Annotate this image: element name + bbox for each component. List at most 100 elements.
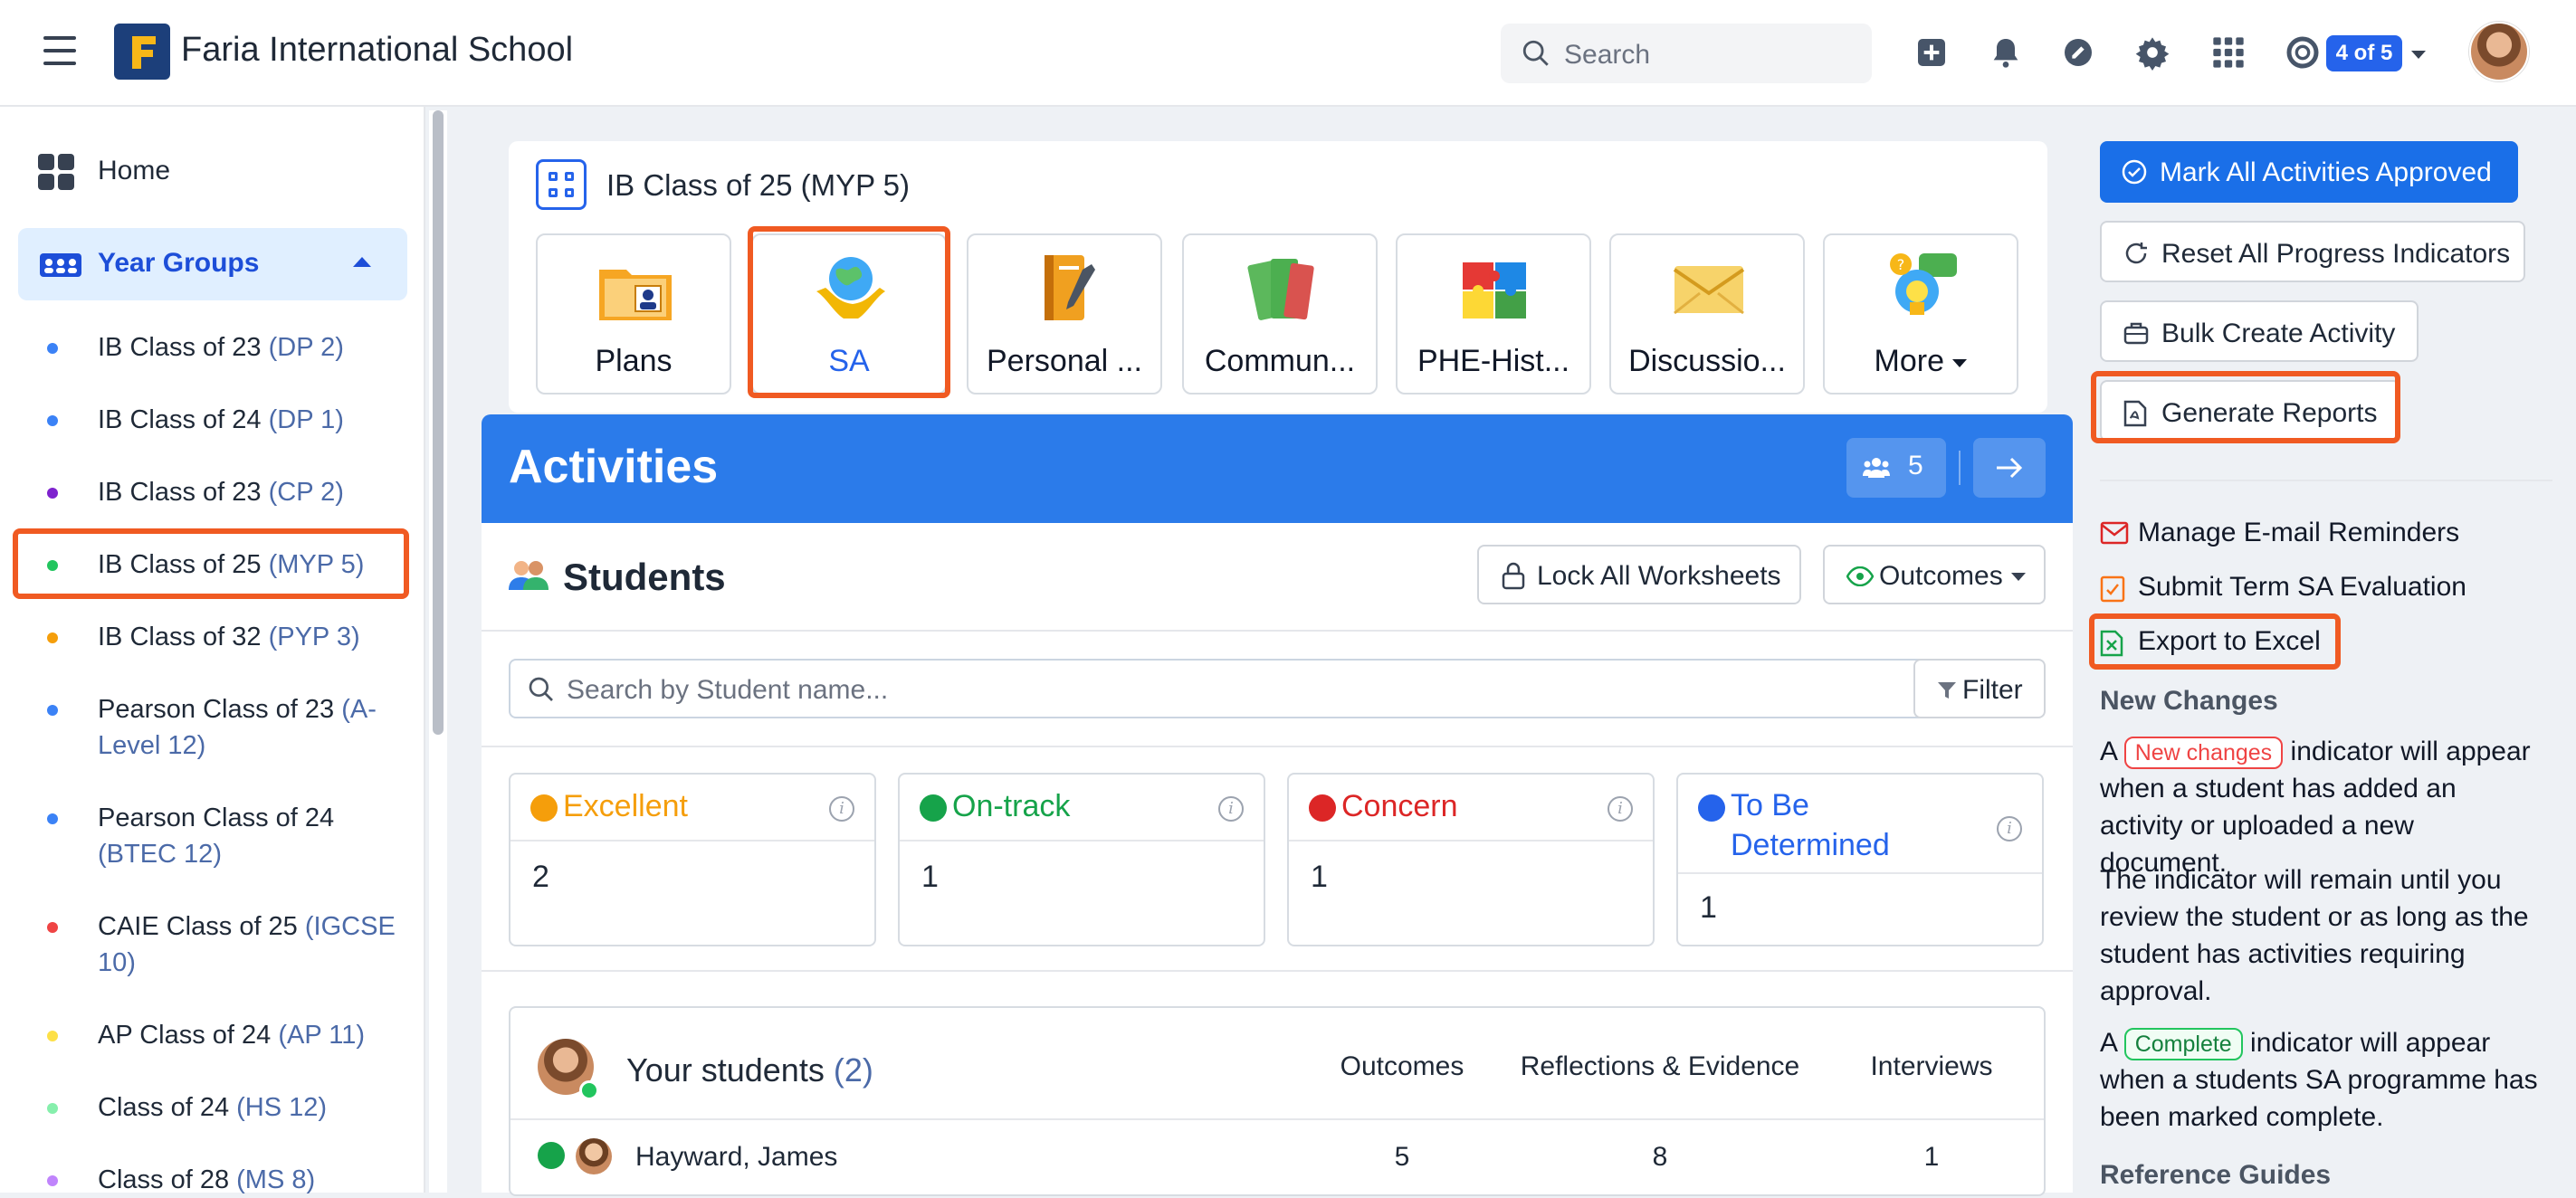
indicator-info-paragraph: The indicator will remain until you revi… [2100, 865, 2529, 1006]
users-icon [1863, 458, 1890, 478]
lock-icon [1502, 562, 1525, 590]
gear-icon[interactable] [2134, 34, 2171, 71]
svg-text:?: ? [1897, 256, 1905, 273]
plans-icon [599, 270, 672, 320]
briefcase-icon [2123, 322, 2149, 345]
support-icon[interactable] [2285, 34, 2321, 71]
stat-concern[interactable]: Concern i 1 [1287, 773, 1655, 946]
divider [482, 746, 2073, 747]
students-icon [509, 561, 549, 590]
year-groups-label: Year Groups [98, 248, 260, 278]
stat-value: 1 [1311, 860, 1328, 894]
chevron-down-icon [1952, 358, 1968, 367]
lock-all-worksheets-button[interactable]: Lock All Worksheets [1477, 545, 1801, 604]
tile-label: Commun... [1204, 344, 1356, 378]
info-icon[interactable]: i [829, 796, 854, 822]
search-icon [529, 677, 553, 701]
student-avatar [576, 1138, 612, 1174]
menu-icon[interactable] [43, 36, 76, 67]
column-header[interactable]: Interviews [1832, 1051, 2031, 1082]
info-icon[interactable]: i [1218, 796, 1244, 822]
divider [2100, 480, 2552, 481]
info-icon[interactable]: i [1608, 796, 1633, 822]
table-row[interactable]: Hayward, James 5 8 1 [510, 1118, 2044, 1194]
members-button[interactable]: 5 [1846, 438, 1946, 498]
account-switch-badge[interactable]: 4 of 5 [2326, 35, 2402, 71]
outcomes-dropdown[interactable]: Outcomes [1823, 545, 2046, 604]
tile-personal[interactable]: Personal ... [967, 233, 1162, 395]
info-icon[interactable]: i [1997, 816, 2022, 841]
check-circle-icon [2122, 159, 2147, 185]
arrow-right-icon [1997, 457, 2023, 479]
reflections-value: 8 [1652, 1142, 1668, 1172]
outcomes-label: Outcomes [1879, 561, 2003, 591]
mark-approved-label: Mark All Activities Approved [2160, 157, 2492, 187]
email-icon [2100, 521, 2129, 545]
student-name[interactable]: Hayward, James [635, 1142, 837, 1173]
submit-term-label: Submit Term SA Evaluation [2138, 572, 2466, 602]
tile-label: More [1825, 344, 2017, 379]
divider [482, 630, 2073, 632]
activities-panel: Students Lock All Worksheets Outcomes Se… [482, 523, 2073, 1196]
mark-all-approved-button[interactable]: Mark All Activities Approved [2100, 141, 2518, 203]
divider [1959, 451, 1961, 485]
stat-label: Excellent [563, 789, 688, 823]
envelope-icon [1673, 266, 1745, 315]
online-status-icon [579, 1080, 599, 1100]
student-search-input[interactable]: Search by Student name... [509, 659, 1930, 718]
tile-community[interactable]: Commun... [1182, 233, 1378, 395]
user-avatar[interactable] [2469, 22, 2529, 81]
trophy-icon [530, 794, 558, 822]
filter-icon [1938, 682, 1956, 699]
scrollbar-thumb[interactable] [433, 110, 444, 735]
school-logo[interactable] [114, 24, 170, 80]
reset-icon [2125, 242, 2147, 264]
stat-excellent[interactable]: Excellent i 2 [509, 773, 876, 946]
stat-label: To Be Determined [1731, 788, 1890, 862]
highlight-box [13, 528, 409, 599]
divider [482, 970, 2073, 972]
reset-progress-button[interactable]: Reset All Progress Indicators [2100, 221, 2525, 282]
complete-info-paragraph: A Complete indicator will appear when a … [2100, 1028, 2538, 1132]
tile-phe-history[interactable]: PHE-Hist... [1396, 233, 1591, 395]
flag-icon [1309, 794, 1336, 822]
tile-more[interactable]: ? More [1823, 233, 2018, 395]
chevron-up-icon[interactable] [353, 257, 371, 267]
stat-on-track[interactable]: On-track i 1 [898, 773, 1265, 946]
tile-discussion[interactable]: Discussio... [1609, 233, 1805, 395]
tile-label: Plans [595, 344, 673, 378]
class-card: IB Class of 25 (MYP 5) Plans SA Personal… [509, 141, 2047, 413]
notebook-icon [1045, 255, 1095, 320]
tile-plans[interactable]: Plans [536, 233, 731, 395]
flag-icon [920, 794, 947, 822]
stat-to-be-determined[interactable]: To Be Determined i 1 [1676, 773, 2044, 946]
filter-button[interactable]: Filter [1913, 659, 2046, 718]
your-students-title: Your students (2) [626, 1051, 873, 1089]
sidebar-item-year-groups[interactable]: Year Groups [18, 228, 407, 300]
class-grid-icon [536, 159, 587, 210]
chevron-down-icon [2011, 573, 2026, 581]
search-icon [1522, 40, 1549, 66]
bell-icon[interactable] [1988, 34, 2024, 71]
messages-icon[interactable] [2060, 34, 2096, 71]
top-bar: Faria International School Search 4 of 5 [0, 0, 2576, 107]
global-search[interactable]: Search [1501, 24, 1872, 83]
column-header[interactable]: Outcomes [1307, 1051, 1497, 1082]
column-header[interactable]: Reflections & Evidence [1506, 1051, 1814, 1082]
go-forward-button[interactable] [1973, 438, 2046, 498]
class-title: IB Class of 25 (MYP 5) [606, 168, 911, 202]
tile-label: Personal ... [987, 344, 1142, 378]
apps-grid-icon[interactable] [2210, 34, 2247, 71]
outcomes-value: 5 [1394, 1142, 1410, 1172]
new-changes-badge: New changes [2123, 737, 2284, 769]
sidebar-scrollbar[interactable] [429, 110, 447, 1193]
stat-value: 1 [921, 860, 939, 894]
bulk-create-button[interactable]: Bulk Create Activity [2100, 300, 2419, 362]
refresh-icon [1698, 794, 1725, 822]
year-groups-icon [40, 253, 81, 277]
add-icon[interactable] [1913, 34, 1950, 71]
chevron-down-icon[interactable] [2411, 51, 2426, 59]
school-name[interactable]: Faria International School [181, 31, 573, 70]
your-students-table: Your students (2) Outcomes Reflections &… [509, 1006, 2046, 1196]
home-grid-icon [38, 154, 74, 190]
